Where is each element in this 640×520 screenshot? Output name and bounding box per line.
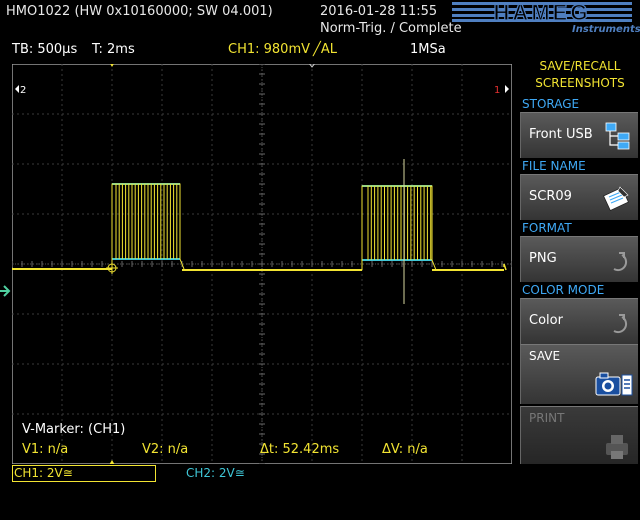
save-button[interactable]: SAVE	[520, 344, 638, 404]
menu-title-line1: SAVE/RECALL	[539, 59, 621, 73]
trigger-edge: ╱AL	[313, 42, 337, 57]
file-name-value: SCR09	[529, 189, 572, 204]
cycle-icon	[613, 252, 628, 272]
printer-icon	[606, 435, 628, 459]
edit-file-icon	[603, 186, 629, 212]
timebase: TB: 500µs	[12, 42, 78, 57]
color-mode-label: COLOR MODE	[522, 283, 605, 297]
save-label: SAVE	[529, 349, 561, 363]
vmarker-title: V-Marker: (CH1)	[22, 422, 125, 437]
logo-text: HAMEG	[494, 2, 591, 22]
color-mode-value: Color	[529, 313, 563, 328]
storage-button[interactable]: Front USB	[520, 112, 638, 158]
trigger-channel: CH1: 980mV	[228, 42, 311, 57]
menu-title-line2: SCREENSHOTS	[535, 76, 625, 90]
file-name-button[interactable]: SCR09	[520, 174, 638, 220]
storage-label: STORAGE	[522, 97, 580, 111]
ch1-scale: CH1: 2V≅	[14, 466, 73, 480]
marker-right-label: 1	[494, 85, 500, 96]
format-button[interactable]: PNG	[520, 236, 638, 282]
print-label: PRINT	[529, 411, 565, 425]
ch1-ground-marker[interactable]	[0, 284, 12, 298]
sample-rate: 1MSa	[410, 42, 446, 57]
file-name-label: FILE NAME	[522, 159, 586, 173]
delta-t-readout: Δt: 52.42ms	[260, 442, 339, 457]
print-button[interactable]: PRINT	[520, 406, 638, 464]
ch2-scale[interactable]: CH2: 2V≅	[186, 466, 245, 480]
ch1-burst-1	[111, 183, 185, 270]
format-value: PNG	[529, 251, 557, 266]
delta-v-readout: ΔV: n/a	[382, 442, 428, 457]
hameg-logo: HAMEG	[452, 2, 632, 22]
folder-tree-icon	[605, 122, 630, 150]
v1-readout: V1: n/a	[22, 442, 68, 457]
storage-value: Front USB	[529, 127, 593, 142]
trigger-time: T: 2ms	[92, 42, 135, 57]
acquisition-mode: Norm-Trig. / Complete	[320, 21, 462, 36]
marker-left-label: 2	[20, 85, 26, 96]
logo-subtitle: Instruments	[572, 24, 640, 35]
color-mode-button[interactable]: Color	[520, 298, 638, 344]
camera-icon	[595, 372, 633, 396]
datetime: 2016-01-28 11:55	[320, 4, 438, 19]
device-info: HMO1022 (HW 0x10160000; SW 04.001)	[6, 4, 273, 19]
format-label: FORMAT	[522, 221, 572, 235]
v2-readout: V2: n/a	[142, 442, 188, 457]
waveform-display[interactable]: 2 1 V-Marker: (CH1) V1: n/a V2: n/a Δt: …	[12, 64, 512, 464]
cycle-icon	[613, 314, 628, 334]
